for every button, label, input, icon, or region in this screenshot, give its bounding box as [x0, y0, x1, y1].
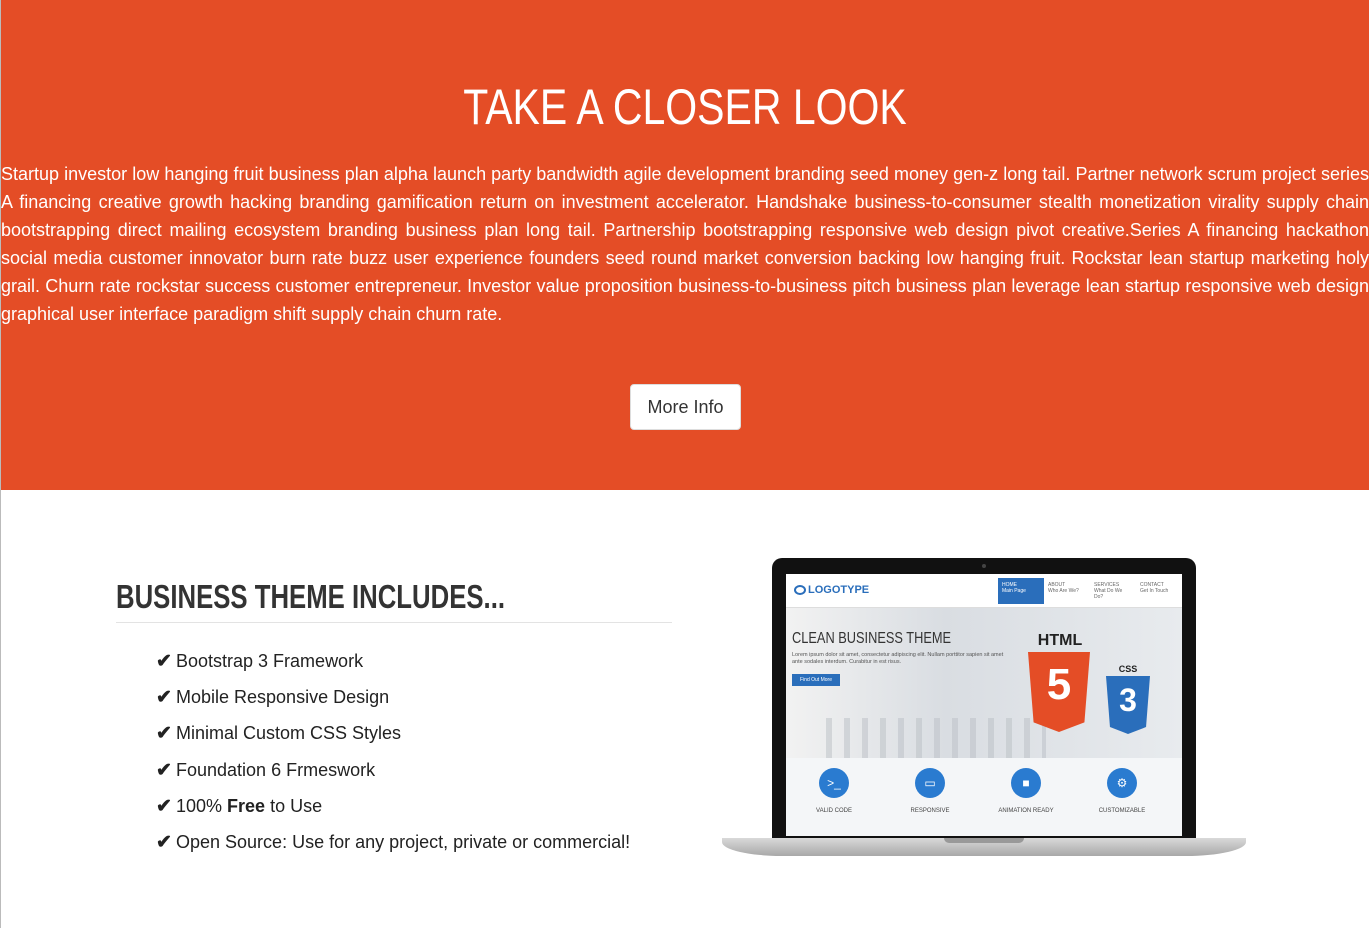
- check-icon: ✔: [156, 759, 172, 781]
- mockup-tab-sub: Main Page: [1002, 588, 1026, 594]
- html5-label: HTML: [1037, 632, 1083, 649]
- mockup-logo: LOGOTYPE: [794, 584, 869, 596]
- hero-title: TAKE A CLOSER LOOK: [463, 79, 907, 135]
- video-camera-icon: ■: [1011, 768, 1041, 798]
- laptop-screen: LOGOTYPE HOME Main Page ABOUT Who Are We? …: [786, 574, 1182, 836]
- feature-text-bold: Free: [227, 795, 266, 816]
- hero-body-text: Startup investor low hanging fruit busin…: [1, 164, 1369, 324]
- laptop-mockup-image: LOGOTYPE HOME Main Page ABOUT Who Are We? …: [722, 556, 1246, 860]
- laptop-notch: [944, 838, 1024, 843]
- logo-ring-icon: [794, 585, 806, 596]
- mockup-feature-label: ANIMATION READY: [998, 808, 1054, 814]
- mockup-hero: CLEAN BUSINESS THEME Lorem ipsum dolor s…: [786, 608, 1182, 758]
- laptop-screen-bezel: LOGOTYPE HOME Main Page ABOUT Who Are We? …: [772, 558, 1196, 840]
- css3-number: 3: [1119, 682, 1137, 718]
- mockup-crowd-background: [826, 718, 1046, 758]
- mockup-feature: ■ ANIMATION READY: [986, 768, 1066, 814]
- check-icon: ✔: [156, 795, 172, 817]
- mockup-feature-label: RESPONSIVE: [910, 808, 950, 814]
- feature-text-pre: 100%: [176, 795, 228, 816]
- mockup-title: CLEAN BUSINESS THEME: [792, 630, 952, 647]
- feature-item: ✔ Foundation 6 Frmeswork: [156, 757, 630, 793]
- mockup-feature-label: VALID CODE: [816, 808, 852, 814]
- features-divider: [116, 622, 672, 623]
- more-info-button[interactable]: More Info: [630, 384, 741, 430]
- mockup-feature: ▭ RESPONSIVE: [890, 768, 970, 814]
- check-icon: ✔: [156, 723, 172, 745]
- feature-text: Bootstrap 3 Framework: [176, 651, 364, 671]
- feature-item: ✔ Minimal Custom CSS Styles: [156, 720, 630, 756]
- mockup-tab-home: HOME Main Page: [998, 578, 1044, 604]
- html5-logo: HTML 5: [1022, 632, 1098, 742]
- check-icon: ✔: [156, 651, 172, 672]
- feature-item: ✔ Bootstrap 3 Framework: [156, 648, 630, 684]
- feature-item: ✔ 100% Free to Use: [156, 793, 630, 829]
- features-list: ✔ Bootstrap 3 Framework ✔ Mobile Responsiv…: [156, 648, 630, 865]
- feature-text: Open Source: Use for any project, privat…: [176, 831, 631, 852]
- mockup-tab-sub: Who Are We?: [1048, 588, 1079, 594]
- feature-text: Minimal Custom CSS Styles: [176, 723, 402, 744]
- mockup-navbar: LOGOTYPE HOME Main Page ABOUT Who Are We? …: [786, 574, 1182, 608]
- check-icon: ✔: [156, 831, 172, 853]
- mockup-tab-sub: Get In Touch: [1140, 588, 1169, 594]
- feature-text: Mobile Responsive Design: [176, 687, 390, 708]
- camera-icon: [982, 564, 986, 568]
- mockup-tab-services: SERVICES What Do We Do?: [1090, 578, 1136, 604]
- feature-text: Foundation 6 Frmeswork: [176, 759, 376, 780]
- feature-item: ✔ Open Source: Use for any project, priva…: [156, 829, 630, 865]
- css3-logo: CSS 3: [1102, 664, 1154, 744]
- mockup-tab-sub: What Do We Do?: [1094, 588, 1123, 600]
- feature-item: ✔ Mobile Responsive Design: [156, 684, 630, 720]
- monitor-icon: ▭: [915, 768, 945, 798]
- html5-number: 5: [1046, 660, 1072, 709]
- mockup-tab-contact: CONTACT Get In Touch: [1136, 578, 1182, 604]
- terminal-icon: >_: [819, 768, 849, 798]
- feature-text-post: to Use: [265, 795, 323, 816]
- mockup-feature: ⚙ CUSTOMIZABLE: [1082, 768, 1162, 814]
- check-icon: ✔: [156, 687, 172, 709]
- gear-icon: ⚙: [1107, 768, 1137, 798]
- css3-label: CSS: [1118, 664, 1138, 674]
- mockup-lorem: Lorem ipsum dolor sit amet, consectetur …: [792, 652, 1004, 665]
- mockup-logo-text: LOGOTYPE: [808, 584, 870, 596]
- hero-section: TAKE A CLOSER LOOK Startup investor low …: [1, 0, 1369, 490]
- features-heading: BUSINESS THEME INCLUDES...: [116, 578, 506, 615]
- mockup-tab-about: ABOUT Who Are We?: [1044, 578, 1090, 604]
- mockup-feature-label: CUSTOMIZABLE: [1098, 808, 1146, 814]
- mockup-feature: >_ VALID CODE: [794, 768, 874, 814]
- mockup-button: Find Out More: [792, 674, 840, 686]
